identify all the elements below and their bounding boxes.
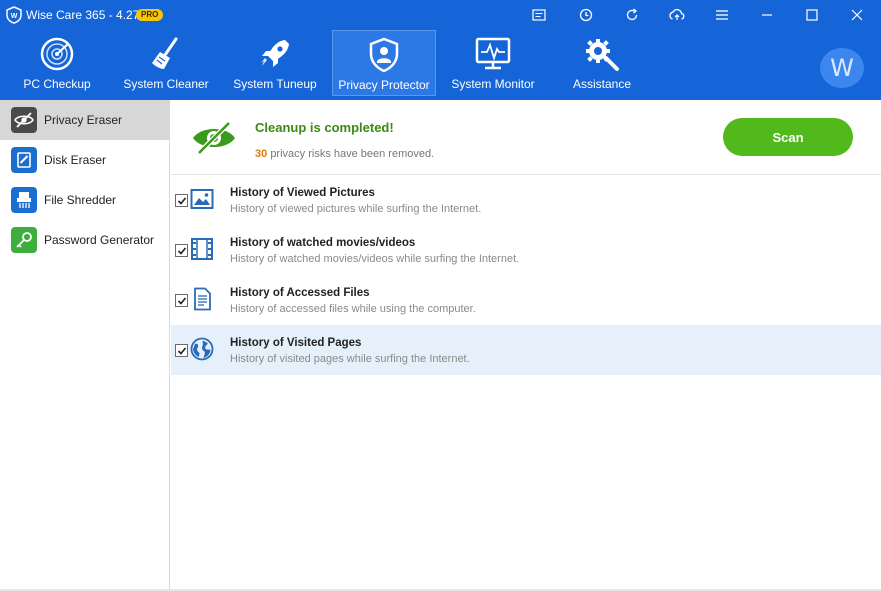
shredder-icon [11,187,37,213]
item-description: History of viewed pictures while surfing… [230,203,482,215]
item-description: History of watched movies/videos while s… [230,253,520,265]
picture-icon [190,189,214,209]
svg-text:W: W [11,13,18,20]
item-title: History of Viewed Pictures [230,187,375,199]
list-item-accessed-files[interactable]: History of Accessed Files History of acc… [171,275,881,325]
maximize-icon[interactable] [801,4,823,26]
item-description: History of visited pages while surfing t… [230,353,470,365]
nav-label: Privacy Protector [338,78,430,92]
sidebar-item-label: Disk Eraser [44,153,107,167]
radar-icon [40,37,74,71]
restore-point-icon[interactable] [575,4,597,26]
nav-label: PC Checkup [23,77,91,91]
shield-user-icon [369,37,399,73]
nav-assistance[interactable]: Assistance [550,30,654,96]
list-item-viewed-pictures[interactable]: History of Viewed Pictures History of vi… [171,175,881,225]
item-checkbox[interactable] [175,244,188,257]
close-icon[interactable] [846,4,868,26]
nav-system-cleaner[interactable]: System Cleaner [114,30,218,96]
gears-icon [586,39,619,71]
nav-privacy-protector[interactable]: Privacy Protector [332,30,436,96]
item-checkbox[interactable] [175,344,188,357]
item-description: History of accessed files while using th… [230,303,476,315]
minimize-icon[interactable] [756,4,778,26]
cloud-icon[interactable] [666,4,688,26]
refresh-icon[interactable] [621,4,643,26]
user-avatar[interactable]: W [820,48,864,88]
document-icon [194,287,211,311]
item-title: History of Accessed Files [230,287,370,299]
nav-label: System Monitor [451,77,535,91]
app-logo-icon: W [6,6,22,24]
item-checkbox[interactable] [175,294,188,307]
list-item-visited-pages[interactable]: History of Visited Pages History of visi… [171,325,881,375]
risk-count: 30 [255,148,268,160]
status-message: 30 privacy risks have been removed. [255,148,434,160]
nav-label: System Tuneup [233,77,317,91]
nav-label: Assistance [572,77,632,91]
nav-label: System Cleaner [123,77,209,91]
nav-pc-checkup[interactable]: PC Checkup [5,30,109,96]
eye-slash-icon [11,107,37,133]
feedback-icon[interactable] [528,4,550,26]
film-icon [191,238,213,260]
status-panel: Cleanup is completed! 30 privacy risks h… [171,100,881,175]
app-title: Wise Care 365 - 4.27 [26,8,140,22]
pro-badge: PRO [136,9,164,21]
sidebar-item-label: Password Generator [44,233,155,247]
item-title: History of Visited Pages [230,337,362,349]
scan-button[interactable]: Scan [723,118,853,156]
broom-icon [152,37,178,69]
sidebar-item-label: File Shredder [44,193,117,207]
top-bar: W Wise Care 365 - 4.27 PRO PC Checkup Sy… [0,0,881,100]
title-bar: W Wise Care 365 - 4.27 PRO [0,0,881,30]
monitor-pulse-icon [475,37,511,70]
status-message-text: privacy risks have been removed. [270,148,435,160]
nav-system-tuneup[interactable]: System Tuneup [223,30,327,96]
sidebar-item-privacy-eraser[interactable]: Privacy Eraser [0,100,169,140]
nav-system-monitor[interactable]: System Monitor [441,30,545,96]
main-nav: PC Checkup System Cleaner System Tuneup [0,30,660,96]
sidebar-item-file-shredder[interactable]: File Shredder [0,180,169,220]
main-panel: Cleanup is completed! 30 privacy risks h… [171,100,881,591]
globe-icon [190,337,214,361]
sidebar-item-password-generator[interactable]: Password Generator [0,220,169,260]
status-title: Cleanup is completed! [255,120,394,135]
rocket-icon [261,40,289,67]
eye-slash-status-icon [193,121,235,155]
disk-eraser-icon [11,147,37,173]
item-checkbox[interactable] [175,194,188,207]
sidebar-item-label: Privacy Eraser [44,113,123,127]
sidebar: Privacy Eraser Disk Eraser File Shredder… [0,100,170,591]
sidebar-item-disk-eraser[interactable]: Disk Eraser [0,140,169,180]
item-title: History of watched movies/videos [230,237,416,249]
key-icon [11,227,37,253]
list-item-watched-videos[interactable]: History of watched movies/videos History… [171,225,881,275]
menu-icon[interactable] [711,4,733,26]
